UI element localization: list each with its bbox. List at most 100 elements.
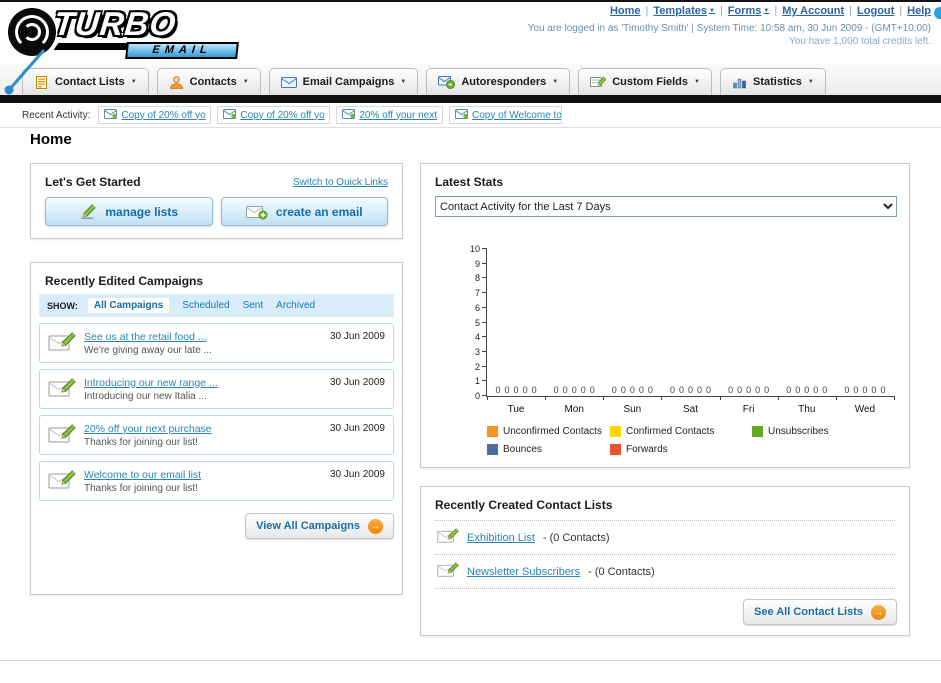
bar-value: 0 — [687, 385, 694, 395]
campaign-title-link[interactable]: Introducing our new range ... — [84, 377, 218, 389]
bar-value: 0 — [647, 385, 653, 395]
credits-info: You have 1,000 total credits left. — [789, 36, 931, 47]
filter-archived[interactable]: Archived — [276, 300, 315, 311]
recent-activity-label: Recent Activity: — [22, 109, 91, 121]
campaign-title-link[interactable]: Welcome to our email list — [84, 469, 201, 481]
top-link-label: My Account — [782, 5, 845, 17]
campaign-row[interactable]: See us at the retail food ... We're givin… — [39, 323, 394, 363]
top-link-forms[interactable]: Forms ▼ — [728, 5, 770, 17]
recent-activity-item[interactable]: 20% off your next — [336, 106, 444, 124]
nav-tab-email-campaigns[interactable]: Email Campaigns ▼ — [268, 68, 419, 95]
manage-lists-button[interactable]: manage lists — [45, 197, 213, 226]
chevron-down-icon: ▼ — [130, 79, 137, 85]
top-link-home[interactable]: Home — [610, 5, 641, 17]
legend-unsubscribes: Unsubscribes — [752, 426, 899, 437]
campaign-title-link[interactable]: 20% off your next purchase — [84, 423, 212, 435]
recent-activity-item[interactable]: Copy of 20% off yo — [217, 106, 331, 124]
contact-lists-panel: Recently Created Contact Lists Exhibitio… — [420, 486, 910, 636]
x-axis-tick — [545, 396, 547, 400]
bar-value-labels: 00000 — [844, 385, 885, 395]
top-link-help[interactable]: Help — [907, 5, 931, 17]
chevron-down-icon: ▼ — [807, 79, 814, 85]
envelope-icon — [223, 108, 237, 122]
contact-lists-title: Recently Created Contact Lists — [435, 498, 613, 512]
nav-tab-custom-fields[interactable]: Custom Fields ▼ — [578, 68, 712, 95]
bar-value: 0 — [531, 385, 537, 395]
nav-tab-autoresponders[interactable]: Autoresponders ▼ — [426, 68, 571, 95]
manage-lists-label: manage lists — [105, 204, 179, 219]
campaign-row[interactable]: 20% off your next purchase Thanks for joi… — [39, 415, 394, 455]
view-all-campaigns-button[interactable]: View All Campaigns → — [245, 513, 394, 539]
contact-list-name-link[interactable]: Exhibition List — [467, 532, 535, 544]
bar-value: 0 — [813, 385, 819, 395]
envelope-pencil-icon — [48, 377, 76, 402]
campaign-date: 30 Jun 2009 — [329, 377, 385, 388]
top-link-templates[interactable]: Templates ▼ — [653, 5, 715, 17]
filter-scheduled[interactable]: Scheduled — [182, 300, 229, 311]
contact-list-items: Exhibition List - (0 Contacts) Newsletter … — [435, 520, 895, 589]
y-axis-tick — [482, 350, 487, 352]
y-axis-label: 6 — [474, 302, 480, 313]
bar-value: 0 — [620, 385, 626, 395]
main-nav: Contact Lists ▼ Contacts ▼ Email Campaigns ▼ A… — [0, 63, 941, 95]
get-started-title: Let's Get Started — [45, 175, 141, 189]
bar-value-labels: 00000 — [554, 385, 595, 395]
y-axis-label: 2 — [474, 361, 480, 372]
envelope-plus-icon — [245, 204, 268, 220]
x-axis-label: Sat — [682, 404, 699, 415]
filter-all-campaigns[interactable]: All Campaigns — [87, 298, 170, 313]
legend-swatch — [487, 426, 498, 437]
stats-period-select[interactable]: Contact Activity for the Last 7 Days — [435, 196, 897, 217]
recent-activity-item[interactable]: Copy of Welcome to — [449, 106, 563, 124]
legend-bounces: Bounces — [487, 444, 610, 455]
bar-value: 0 — [629, 385, 635, 395]
top-link-label: Forms — [727, 5, 762, 17]
bar-value: 0 — [580, 385, 586, 395]
contact-list-name-link[interactable]: Newsletter Subscribers — [467, 566, 580, 578]
recent-activity-items: Copy of 20% off yo Copy of 20% off yo 20% … — [98, 106, 563, 124]
arrow-right-icon: → — [871, 604, 886, 620]
custom-fields-icon — [590, 75, 607, 89]
y-axis-tick — [482, 380, 487, 382]
app-logo[interactable]: TURBO EMAIL — [8, 5, 258, 62]
contacts-icon — [169, 75, 184, 90]
campaign-row[interactable]: Introducing our new range ... Introducing… — [39, 369, 394, 409]
logo-email-text: EMAIL — [125, 42, 239, 59]
bar-value-labels: 00000 — [786, 385, 827, 395]
envelope-pencil-icon — [48, 331, 76, 356]
y-axis-tick — [482, 262, 487, 264]
campaign-row[interactable]: Welcome to our email list Thanks for join… — [39, 461, 394, 501]
campaign-subtitle: We're giving away our late ... — [84, 344, 212, 356]
x-axis-tick — [835, 396, 837, 400]
legend-forwards: Forwards — [610, 444, 752, 455]
top-link-my-account[interactable]: My Account — [782, 5, 844, 17]
bar-value: 0 — [638, 385, 644, 395]
recent-activity-item-label: 20% off your next — [359, 109, 438, 121]
see-all-contact-lists-button[interactable]: See All Contact Lists → — [742, 599, 897, 625]
page-bottom-border — [0, 660, 941, 661]
bar-value: 0 — [504, 385, 510, 395]
y-axis-label: 4 — [474, 332, 480, 343]
y-axis-label: 3 — [474, 346, 480, 357]
nav-tab-contact-lists[interactable]: Contact Lists ▼ — [22, 68, 149, 95]
top-link-label: Templates — [653, 5, 707, 17]
top-link-logout[interactable]: Logout — [857, 5, 894, 17]
nav-tab-contacts[interactable]: Contacts ▼ — [156, 68, 261, 95]
contact-list-row[interactable]: Exhibition List - (0 Contacts) — [435, 521, 895, 555]
filter-sent[interactable]: Sent — [243, 300, 264, 311]
bar-value: 0 — [764, 385, 770, 395]
recent-activity-item[interactable]: Copy of 20% off yo — [98, 106, 212, 124]
campaign-title-link[interactable]: See us at the retail food ... — [84, 331, 212, 343]
bar-value: 0 — [611, 385, 617, 395]
switch-quick-links-link[interactable]: Switch to Quick Links — [293, 177, 388, 188]
create-email-label: create an email — [275, 204, 363, 219]
create-email-button[interactable]: create an email — [220, 197, 388, 226]
legend-swatch — [752, 426, 763, 437]
campaign-text: Welcome to our email list Thanks for join… — [84, 469, 201, 494]
y-axis-tick — [482, 336, 487, 338]
bar-value: 0 — [755, 385, 761, 395]
latest-stats-panel: Latest Stats Contact Activity for the La… — [420, 163, 910, 468]
nav-tab-statistics[interactable]: Statistics ▼ — [719, 68, 826, 95]
y-axis-label: 8 — [474, 273, 480, 284]
contact-list-row[interactable]: Newsletter Subscribers - (0 Contacts) — [435, 555, 895, 589]
